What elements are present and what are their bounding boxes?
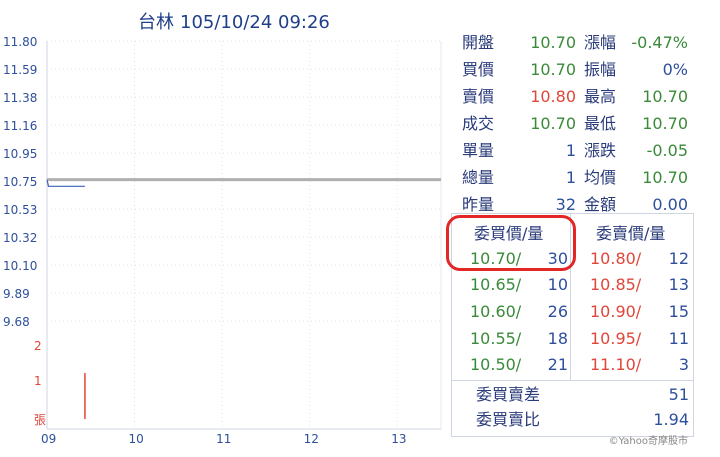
- quote-value: 10.70: [642, 168, 688, 187]
- quote-label: 賣價: [462, 87, 495, 106]
- ask-price: 10.90/: [590, 302, 642, 321]
- quote-label: 漲幅: [584, 33, 617, 52]
- quote-value: 0%: [662, 60, 688, 79]
- quote-value: 10.70: [530, 114, 576, 133]
- quote-row: 總量 1 均價 10.70: [462, 166, 690, 193]
- x-tick-label: 13: [391, 432, 406, 446]
- ask-header: 委賣價/量: [596, 224, 666, 243]
- volume-tick-label: 1: [34, 374, 42, 388]
- quote-value: 10.70: [642, 87, 688, 106]
- y-tick-label: 10.53: [3, 203, 37, 217]
- y-tick-label: 10.95: [3, 147, 37, 161]
- quote-stats: 開盤 10.70 漲幅 -0.47% 買價 10.70 振幅 0% 賣價 10.80 最高 10.70…: [462, 31, 690, 220]
- quote-label: 買價: [462, 60, 495, 79]
- y-tick-label: 11.80: [3, 35, 37, 49]
- quote-value: 10.70: [642, 114, 688, 133]
- y-tick-label: 10.75: [3, 175, 37, 189]
- quote-row: 買價 10.70 振幅 0%: [462, 58, 690, 85]
- x-tick-label: 11: [216, 432, 231, 446]
- quote-row: 單量 1 漲跌 -0.05: [462, 139, 690, 166]
- bid-ask-ratio-label: 委買賣比: [476, 410, 541, 429]
- bid-price: 10.60/: [470, 302, 522, 321]
- quote-label: 開盤: [462, 33, 495, 52]
- bid-qty: 18: [547, 329, 568, 348]
- y-tick-label: 11.16: [3, 119, 37, 133]
- x-tick-label: 09: [41, 432, 56, 446]
- quote-label: 均價: [584, 168, 617, 187]
- quote-label: 單量: [462, 141, 495, 160]
- quote-label: 總量: [462, 168, 495, 187]
- stock-name[interactable]: 台林: [138, 12, 174, 33]
- y-tick-label: 11.59: [3, 63, 37, 77]
- quote-label: 漲跌: [584, 141, 617, 160]
- y-tick-label: 9.68: [3, 315, 30, 329]
- bid-price: 10.50/: [470, 355, 522, 374]
- quote-label: 振幅: [584, 60, 617, 79]
- bid-qty: 26: [547, 302, 568, 321]
- y-tick-label: 9.89: [3, 287, 30, 301]
- chart-title: 台林 105/10/24 09:26: [138, 8, 330, 34]
- bid-price: 10.65/: [470, 275, 522, 294]
- ask-qty: 12: [668, 249, 689, 268]
- volume-tick-label: 2: [34, 339, 42, 353]
- quote-value: 1: [565, 168, 576, 187]
- quote-label: 最高: [584, 87, 617, 106]
- bid-price: 10.55/: [470, 329, 522, 348]
- volume-tick-label: 張: [34, 413, 46, 427]
- x-tick-label: 12: [304, 432, 319, 446]
- ask-price: 10.80/: [590, 249, 642, 268]
- y-tick-label: 10.32: [3, 231, 37, 245]
- x-tick-label: 10: [129, 432, 144, 446]
- ask-qty: 13: [668, 275, 689, 294]
- quote-value: 10.70: [530, 60, 576, 79]
- quote-value: -0.05: [646, 141, 688, 160]
- bid-ask-diff-label: 委買賣差: [476, 385, 541, 404]
- quote-value: 10.70: [530, 33, 576, 52]
- quote-row: 賣價 10.80 最高 10.70: [462, 85, 690, 112]
- quote-value: 10.80: [530, 87, 576, 106]
- intraday-chart: 11.80 11.59 11.38 11.16 10.95 10.75 10.53 10.32…: [3, 35, 442, 446]
- quote-label: 成交: [462, 114, 495, 133]
- quote-value: -0.47%: [631, 33, 688, 52]
- best-bid-highlight: [446, 215, 576, 271]
- quote-row: 成交 10.70 最低 10.70: [462, 112, 690, 139]
- ask-qty: 15: [668, 302, 689, 321]
- quote-row: 開盤 10.70 漲幅 -0.47%: [462, 31, 690, 58]
- ask-qty: 11: [668, 329, 689, 348]
- quote-datetime: 105/10/24 09:26: [180, 12, 330, 33]
- order-book-summary-divider: [452, 380, 693, 381]
- quote-value: 1: [565, 141, 576, 160]
- y-tick-label: 10.10: [3, 259, 37, 273]
- bid-qty: 10: [547, 275, 568, 294]
- ask-price: 10.95/: [590, 329, 642, 348]
- ask-price: 10.85/: [590, 275, 642, 294]
- bid-ask-ratio-value: 1.94: [653, 410, 689, 429]
- ask-qty: 3: [678, 355, 689, 374]
- bid-qty: 21: [547, 355, 568, 374]
- ask-price: 11.10/: [590, 355, 642, 374]
- copyright: ©Yahoo奇摩股市: [608, 436, 688, 447]
- quote-label: 最低: [584, 114, 617, 133]
- bid-ask-diff-value: 51: [668, 385, 689, 404]
- y-tick-label: 11.38: [3, 91, 37, 105]
